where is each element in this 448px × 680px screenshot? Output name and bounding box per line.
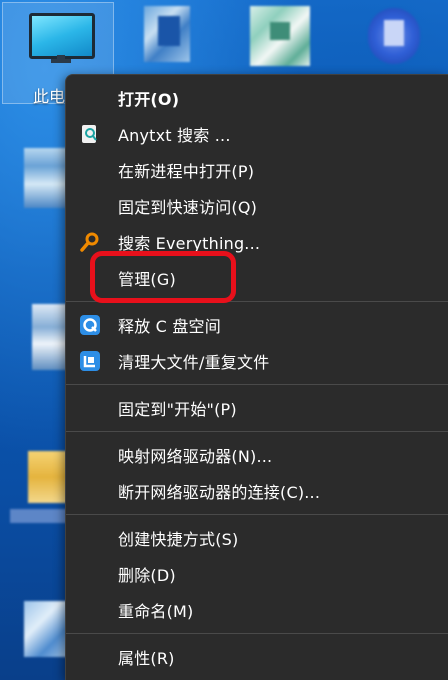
- monitor-icon: [29, 13, 95, 59]
- menu-item-properties[interactable]: 属性(R): [72, 640, 442, 674]
- menu-item-free-c-drive[interactable]: 释放 C 盘空间: [72, 308, 442, 342]
- menu-item-pin-to-start[interactable]: 固定到"开始"(P): [72, 391, 442, 425]
- menu-item-delete[interactable]: 删除(D): [72, 557, 442, 591]
- cleanup-files-icon: [80, 351, 100, 371]
- menu-item-anytxt-search[interactable]: Anytxt 搜索 ...: [72, 117, 442, 151]
- menu-separator: [66, 431, 448, 432]
- menu-item-rename[interactable]: 重命名(M): [72, 593, 442, 627]
- menu-item-disconnect-network-drive[interactable]: 断开网络驱动器的连接(C)...: [72, 474, 442, 508]
- anytxt-search-icon: [80, 124, 100, 144]
- everything-search-icon: [80, 232, 100, 252]
- menu-item-create-shortcut[interactable]: 创建快捷方式(S): [72, 521, 442, 555]
- free-space-icon: [80, 315, 100, 335]
- this-pc-label: 此电: [33, 87, 66, 106]
- menu-item-search-everything[interactable]: 搜索 Everything...: [72, 225, 442, 259]
- menu-item-clean-large-files[interactable]: 清理大文件/重复文件: [72, 344, 442, 378]
- menu-separator: [66, 514, 448, 515]
- context-menu: 打开(O) Anytxt 搜索 ... 在新进程中打开(P) 固定到快速访问(Q…: [65, 74, 448, 680]
- menu-item-map-network-drive[interactable]: 映射网络驱动器(N)...: [72, 438, 442, 472]
- menu-separator: [66, 384, 448, 385]
- menu-item-pin-quick-access[interactable]: 固定到快速访问(Q): [72, 189, 442, 223]
- menu-item-open-new-process[interactable]: 在新进程中打开(P): [72, 153, 442, 187]
- menu-item-open[interactable]: 打开(O): [72, 81, 442, 115]
- menu-separator: [66, 633, 448, 634]
- menu-item-manage[interactable]: 管理(G): [72, 261, 442, 295]
- menu-separator: [66, 301, 448, 302]
